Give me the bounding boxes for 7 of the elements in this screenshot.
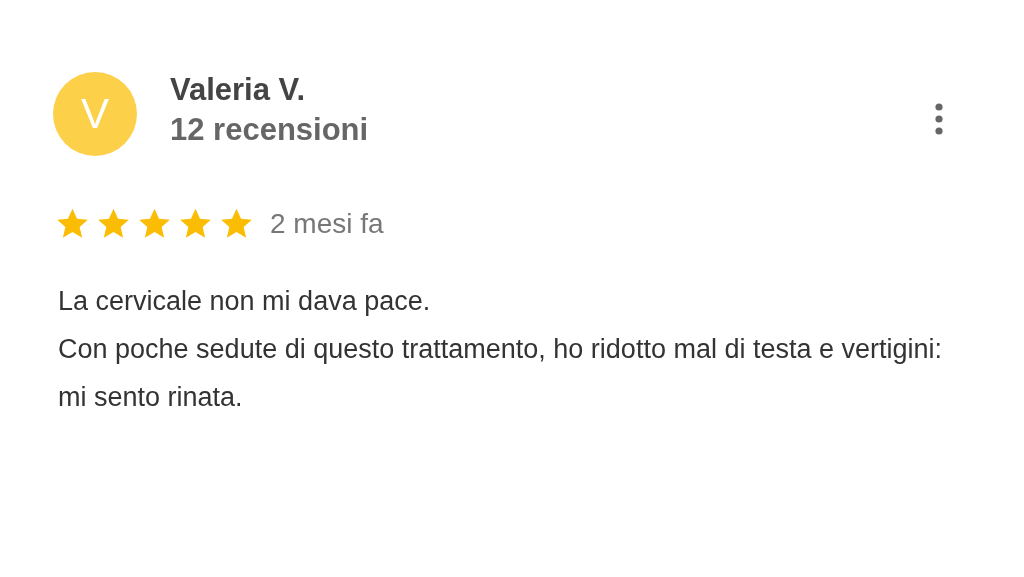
avatar: V [53,72,137,156]
review-text: La cervicale non mi dava pace. [58,285,432,318]
reviewer-name[interactable]: Valeria V. [170,72,369,108]
review-count: 12 recensioni [170,111,369,149]
more-options-icon[interactable] [934,103,944,135]
review-date: 2 mesi fa [270,207,384,240]
review-text: Con poche sedute di questo trattamento, ho ridotto mal di testa e vertigini: mi sento rinata. [58,333,943,414]
